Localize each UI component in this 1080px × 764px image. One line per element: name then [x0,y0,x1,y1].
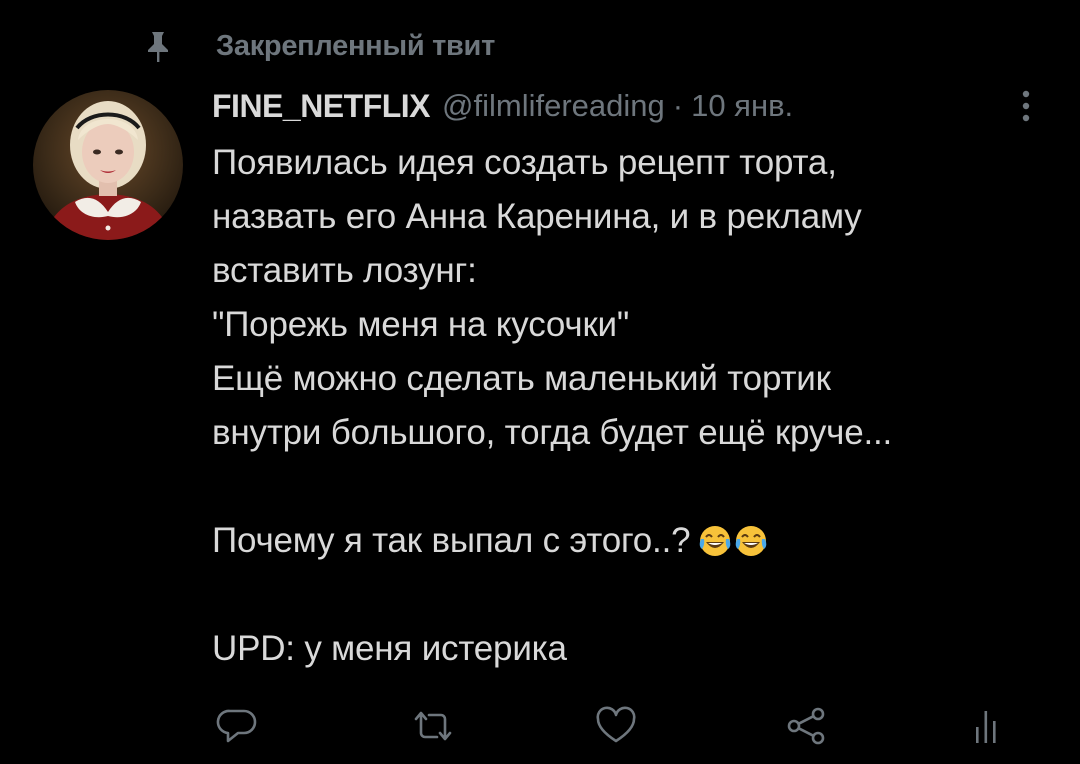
tweet-line-with-emoji: Почему я так выпал с этого..? [212,514,1052,568]
tweet-date[interactable]: 10 янв. [691,88,793,124]
user-handle[interactable]: @filmlifereading [442,88,665,124]
share-button[interactable] [776,700,836,756]
tweet-text: Появилась идея создать рецепт торта, наз… [212,136,1052,676]
tweet-line: Ещё можно сделать маленький тортик [212,359,831,398]
analytics-icon [966,705,1006,752]
avatar[interactable] [33,90,183,240]
like-icon [594,705,638,752]
share-icon [784,705,828,752]
display-name[interactable]: FINE_NETFLIX [212,88,431,125]
tweet-line: назвать его Анна Каренина, и в рекламу [212,197,862,236]
emoji-group [698,520,768,574]
pinned-label: Закрепленный твит [216,30,495,62]
tweet-line: внутри большого, тогда будет ещё круче..… [212,413,893,452]
tweet-line: Появилась идея создать рецепт торта, [212,143,837,182]
more-options-button[interactable] [1008,86,1044,130]
separator-dot: · [672,88,684,123]
tweet-line: вставить лозунг: [212,251,477,290]
face-with-tears-of-joy-icon [734,520,768,574]
like-button[interactable] [586,700,646,756]
pin-icon [140,26,176,66]
face-with-tears-of-joy-icon [698,520,732,574]
more-vertical-icon [1021,89,1031,128]
reply-button[interactable] [207,700,267,756]
tweet-header: FINE_NETFLIX @filmlifereading · 10 янв. [212,82,793,130]
tweet-line: "Порежь меня на кусочки" [212,305,630,344]
tweet-line: UPD: у меня истерика [212,629,567,668]
retweet-button[interactable] [403,700,463,756]
tweet-line: Почему я так выпал с этого..? [212,521,691,560]
retweet-icon [410,705,456,752]
pinned-tweet-indicator: Закрепленный твит [140,26,495,66]
analytics-button[interactable] [956,700,1016,756]
reply-icon [216,705,258,752]
